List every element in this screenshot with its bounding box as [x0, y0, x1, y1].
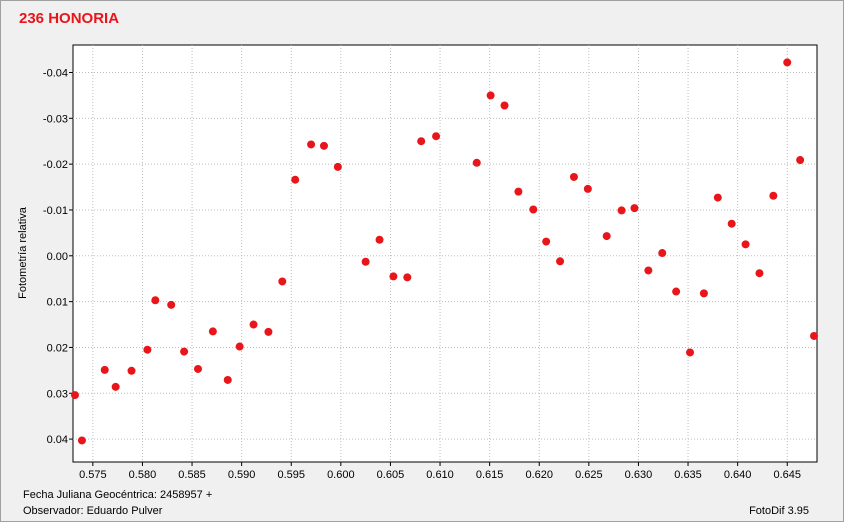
y-tick-label: 0.00 — [47, 251, 68, 263]
data-point — [180, 347, 189, 356]
x-axis: 0.575 0.580 0.585 0.590 0.595 0.600 0.605 0.610… — [79, 462, 801, 481]
x-tick-label: 0.615 — [476, 469, 504, 481]
data-point — [672, 287, 681, 296]
data-point — [307, 140, 316, 149]
data-point — [278, 277, 287, 286]
data-point — [556, 257, 565, 266]
y-tick-label: -0.04 — [43, 67, 68, 79]
y-tick-label: -0.03 — [43, 113, 68, 125]
x-tick-label: 0.585 — [178, 469, 206, 481]
x-tick-label: 0.620 — [525, 469, 553, 481]
data-point — [361, 257, 370, 266]
data-point — [617, 206, 626, 215]
data-point — [100, 365, 109, 374]
data-point — [686, 348, 695, 357]
y-tick-label: -0.02 — [43, 159, 68, 171]
y-tick-label: 0.04 — [47, 434, 68, 446]
data-point — [583, 184, 592, 193]
data-point — [486, 91, 495, 100]
y-axis: -0.04 -0.03 -0.02 -0.01 0.00 0.01 0.02 0.03 0.04 — [43, 67, 73, 446]
data-point — [127, 366, 136, 375]
data-point — [713, 193, 722, 202]
data-point — [151, 296, 160, 305]
data-point — [810, 331, 819, 340]
data-point — [167, 300, 176, 309]
data-point — [630, 204, 639, 213]
data-point — [389, 272, 398, 281]
data-point — [514, 187, 523, 196]
y-tick-label: 0.03 — [47, 388, 68, 400]
x-tick-label: 0.580 — [129, 469, 157, 481]
data-point — [529, 205, 538, 214]
y-tick-label: -0.01 — [43, 205, 68, 217]
software-label: FotoDif 3.95 — [749, 505, 809, 517]
data-point — [699, 289, 708, 298]
y-tick-label: 0.01 — [47, 297, 68, 309]
x-tick-label: 0.640 — [724, 469, 752, 481]
julian-date-label: Fecha Juliana Geocéntrica: 2458957 + — [23, 489, 213, 501]
data-point — [375, 235, 384, 244]
data-point — [111, 382, 120, 391]
x-tick-label: 0.600 — [327, 469, 355, 481]
data-point — [783, 58, 792, 67]
data-point — [235, 342, 244, 351]
data-point — [223, 375, 232, 384]
x-tick-label: 0.575 — [79, 469, 107, 481]
data-point — [796, 156, 805, 165]
data-point — [264, 327, 273, 336]
data-point — [77, 436, 86, 445]
data-point — [333, 162, 342, 171]
data-point — [208, 327, 217, 336]
observer-label: Observador: Eduardo Pulver — [23, 505, 163, 517]
data-point — [70, 391, 79, 400]
data-point — [319, 141, 328, 150]
x-tick-label: 0.595 — [277, 469, 305, 481]
x-tick-label: 0.590 — [228, 469, 256, 481]
data-point — [658, 249, 667, 258]
data-point — [143, 345, 152, 354]
data-point — [417, 137, 426, 146]
data-point — [727, 219, 736, 228]
data-point — [472, 158, 481, 167]
data-point — [769, 191, 778, 200]
x-tick-label: 0.635 — [674, 469, 702, 481]
x-tick-label: 0.610 — [426, 469, 454, 481]
data-point — [403, 273, 412, 282]
x-tick-label: 0.645 — [773, 469, 801, 481]
data-point — [432, 132, 441, 141]
x-tick-label: 0.605 — [377, 469, 405, 481]
data-point — [249, 320, 258, 329]
data-point — [500, 101, 509, 110]
x-tick-label: 0.630 — [625, 469, 653, 481]
y-axis-title: Fotometría relativa — [17, 206, 29, 299]
data-point — [569, 172, 578, 181]
data-point — [602, 232, 611, 241]
scatter-plot: 0.575 0.580 0.585 0.590 0.595 0.600 0.605 0.610… — [17, 44, 819, 481]
data-point — [542, 237, 551, 246]
data-point — [193, 364, 202, 373]
y-tick-label: 0.02 — [47, 342, 68, 354]
data-point — [741, 240, 750, 249]
data-point — [291, 175, 300, 184]
chart-window: 236 HONORIA 0.575 0.580 0.585 0.590 0.595 0.6… — [0, 0, 844, 522]
x-tick-label: 0.625 — [575, 469, 603, 481]
data-point — [755, 269, 764, 278]
plot-area — [72, 44, 818, 463]
data-point — [644, 266, 653, 275]
